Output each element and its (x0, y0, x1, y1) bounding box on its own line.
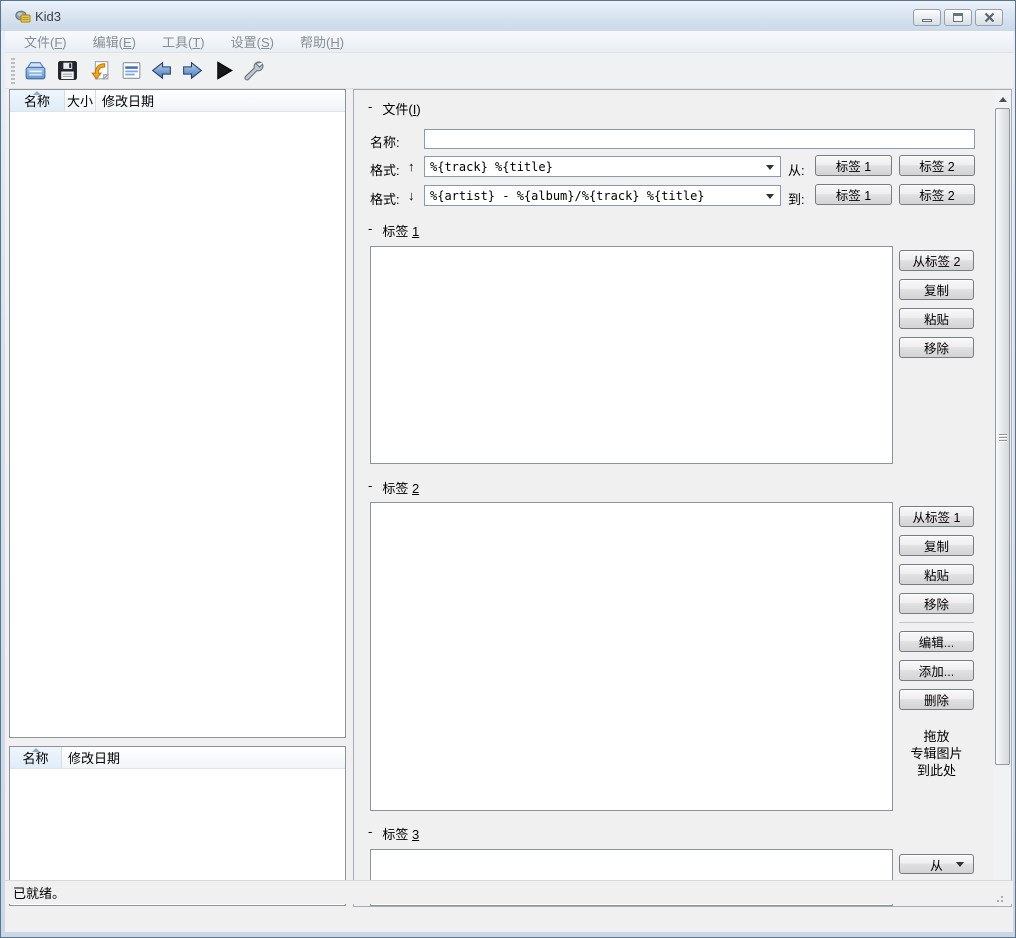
from-tag1-button[interactable]: 标签 1 (815, 155, 892, 176)
tag2-delete-button[interactable]: 删除 (899, 689, 974, 710)
menu-file[interactable]: 文件(F) (15, 32, 76, 51)
arrow-down-glyph: ↓ (408, 188, 415, 203)
scrollbar-grip-icon (999, 437, 1007, 438)
folder-list-header-modified[interactable]: 修改日期 (62, 747, 345, 768)
tag3-from-dropdown[interactable]: 从 (899, 854, 974, 874)
resize-grip[interactable] (1001, 896, 1003, 898)
menu-bar: 文件(F) 编辑(E) 工具(T) 设置(S) 帮助(H) (5, 31, 1013, 53)
app-icon (15, 8, 31, 24)
scroll-up-icon (999, 97, 1007, 102)
sort-ascending-icon (33, 91, 41, 95)
save-button[interactable] (53, 56, 81, 84)
album-art-drop-zone[interactable]: 拖放 专辑图片 到此处 (899, 728, 974, 779)
tag2-paste-button[interactable]: 粘贴 (899, 564, 974, 585)
settings-button[interactable] (238, 56, 266, 84)
scroll-up-button[interactable] (994, 91, 1011, 108)
minimize-icon (922, 19, 932, 22)
minimize-button[interactable] (913, 9, 941, 26)
title-bar[interactable]: Kid3 (1, 1, 1015, 31)
vertical-scrollbar[interactable] (994, 90, 1011, 906)
window-title: Kid3 (35, 9, 61, 24)
tag2-copy-button[interactable]: 复制 (899, 535, 974, 556)
toolbar-grip[interactable] (11, 58, 15, 84)
tag1-remove-button[interactable]: 移除 (899, 337, 974, 358)
from-label: 从: (788, 160, 805, 179)
file-list-header-modified[interactable]: 修改日期 (96, 90, 345, 111)
toolbar (5, 53, 1013, 89)
tag2-from-tag1-button[interactable]: 从标签 1 (899, 506, 974, 527)
file-list-icon (119, 58, 144, 83)
scrollbar-thumb[interactable] (995, 108, 1010, 765)
format-from-combo[interactable]: %{track} %{title} (424, 156, 781, 177)
tag1-copy-button[interactable]: 复制 (899, 279, 974, 300)
revert-icon (87, 58, 112, 83)
combo-arrow-icon (766, 165, 774, 170)
tag2-fields-table[interactable] (370, 502, 893, 811)
file-list-button[interactable] (117, 56, 145, 84)
next-file-button[interactable] (178, 56, 206, 84)
save-icon (55, 58, 80, 83)
tag2-edit-button[interactable]: 编辑... (899, 631, 974, 652)
menu-settings[interactable]: 设置(S) (222, 32, 283, 51)
tag1-fields-table[interactable] (370, 246, 893, 464)
filename-input[interactable] (424, 129, 975, 149)
collapse-indicator: - (368, 824, 372, 843)
collapse-indicator: - (368, 99, 372, 118)
collapse-indicator: - (368, 478, 372, 497)
file-list-header: 名称 大小 修改日期 (10, 90, 345, 112)
play-icon (211, 58, 236, 83)
tag2-section-header[interactable]: - 标签 2 (368, 478, 419, 497)
format-to-label: 格式: (370, 189, 400, 208)
kid3-window: Kid3 文件(F) 编辑(E) 工具(T) 设置(S) 帮助(H) (0, 0, 1016, 938)
name-label: 名称: (370, 132, 400, 151)
tag-edit-area: - 文件(I) 名称: 格式: ↑ %{track} %{title} 从: 标… (353, 89, 1012, 907)
tag2-add-button[interactable]: 添加... (899, 660, 974, 681)
file-section-header[interactable]: - 文件(I) (368, 99, 421, 118)
maximize-icon (953, 13, 963, 22)
settings-icon (240, 58, 265, 83)
file-list-panel[interactable]: 名称 大小 修改日期 (9, 89, 346, 738)
button-separator (899, 622, 974, 623)
dropdown-arrow-icon (956, 862, 964, 867)
tag3-section-header[interactable]: - 标签 3 (368, 824, 419, 843)
next-file-icon (180, 58, 205, 83)
status-message: 已就绪。 (13, 883, 65, 902)
revert-button[interactable] (85, 56, 113, 84)
to-tag1-button[interactable]: 标签 1 (815, 184, 892, 205)
format-to-combo[interactable]: %{artist} - %{album}/%{track} %{title} (424, 185, 781, 206)
maximize-button[interactable] (944, 9, 972, 26)
to-label: 到: (788, 189, 805, 208)
combo-arrow-icon (766, 194, 774, 199)
collapse-indicator: - (368, 221, 372, 240)
previous-file-button[interactable] (147, 56, 175, 84)
menu-edit[interactable]: 编辑(E) (84, 32, 145, 51)
close-icon (984, 12, 995, 23)
open-button[interactable] (21, 56, 49, 84)
play-button[interactable] (209, 56, 237, 84)
open-icon (23, 58, 48, 83)
tag1-from-tag2-button[interactable]: 从标签 2 (899, 250, 974, 271)
folder-list-header: 名称 修改日期 (10, 747, 345, 769)
close-button[interactable] (975, 9, 1003, 26)
tag1-paste-button[interactable]: 粘贴 (899, 308, 974, 329)
menu-help[interactable]: 帮助(H) (291, 32, 353, 51)
previous-file-icon (149, 58, 174, 83)
status-bar: 已就绪。 (5, 880, 1013, 904)
menu-tools[interactable]: 工具(T) (153, 32, 214, 51)
format-from-label: 格式: (370, 160, 400, 179)
arrow-up-glyph: ↑ (408, 159, 415, 174)
folder-list-header-name[interactable]: 名称 (10, 747, 62, 768)
tag1-section-header[interactable]: - 标签 1 (368, 221, 419, 240)
client-area: 文件(F) 编辑(E) 工具(T) 设置(S) 帮助(H) (5, 31, 1013, 932)
tag2-remove-button[interactable]: 移除 (899, 593, 974, 614)
file-list-body[interactable] (10, 112, 345, 738)
from-tag2-button[interactable]: 标签 2 (899, 155, 975, 176)
to-tag2-button[interactable]: 标签 2 (899, 184, 975, 205)
file-list-header-name[interactable]: 名称 (10, 90, 65, 111)
file-list-header-size[interactable]: 大小 (65, 90, 96, 111)
sort-ascending-icon (32, 748, 40, 752)
